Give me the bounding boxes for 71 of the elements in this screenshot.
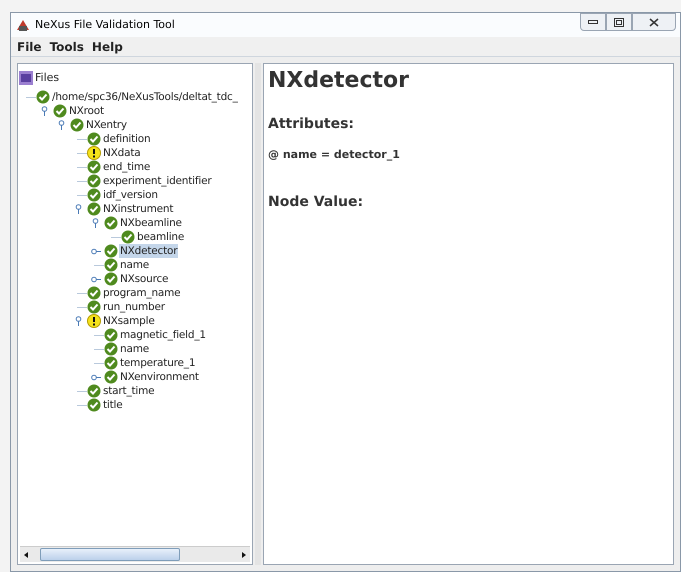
check-icon [87,188,101,202]
collapse-handle-icon[interactable] [75,316,82,326]
check-icon [87,132,101,146]
tree-node[interactable]: NXdata [102,146,142,160]
menu-item[interactable]: Help [92,38,123,56]
close-icon [649,18,659,26]
menu-item[interactable]: File [17,38,42,56]
maximize-button[interactable] [606,13,632,31]
window-title: NeXus File Validation Tool [35,16,175,33]
check-icon [87,384,101,398]
node-title: NXdetector [268,67,410,95]
horizontal-scrollbar[interactable] [20,546,250,562]
check-icon [87,398,101,412]
tree-node[interactable]: program_name [102,286,182,300]
tree-node[interactable]: title [102,398,124,412]
close-button[interactable] [632,13,676,31]
check-icon [53,104,67,118]
collapse-handle-icon[interactable] [75,204,82,214]
check-icon [70,118,84,132]
check-icon [104,370,118,384]
tree-node[interactable]: end_time [102,160,152,174]
expand-handle-icon[interactable] [90,248,100,254]
check-icon [104,342,118,356]
check-icon [87,286,101,300]
minimize-icon [588,20,598,24]
check-icon [104,258,118,272]
warning-icon [87,146,101,160]
menu-item[interactable]: Tools [50,38,84,56]
tree-node[interactable]: NXenvironment [119,370,200,384]
attributes-heading: Attributes: [268,115,356,134]
tree-node[interactable]: NXentry [85,118,128,132]
tree-node[interactable]: NXroot [68,104,105,118]
tree-node[interactable]: NXsource [119,272,170,286]
check-icon [87,300,101,314]
tree-node[interactable]: NXsample [102,314,156,328]
tree-node[interactable]: start_time [102,384,156,398]
check-icon [104,356,118,370]
nexus-logo-icon [19,71,33,85]
tree-node[interactable]: beamline [136,230,186,244]
tree-title: Files [35,70,60,86]
expand-handle-icon[interactable] [90,276,100,282]
tree-node[interactable]: magnetic_field_1 [119,328,207,342]
attribute-text: @ name = detector_1 [268,147,401,163]
check-icon [87,202,101,216]
collapse-handle-icon[interactable] [92,218,99,228]
tree-node[interactable]: name [119,342,150,356]
check-icon [104,272,118,286]
tree-node[interactable]: /home/spc36/NeXusTools/deltat_tdc_ [51,90,239,104]
maximize-icon [614,18,624,26]
node-value-heading: Node Value: [268,192,364,212]
expand-handle-icon[interactable] [90,374,100,380]
tree-node[interactable]: name [119,258,150,272]
check-icon [87,174,101,188]
tree-node[interactable]: temperature_1 [119,356,196,370]
tree-node[interactable]: run_number [102,300,166,314]
tree-node[interactable]: NXdetector [119,244,178,258]
check-icon [104,244,118,258]
tree-node[interactable]: experiment_identifier [102,174,212,188]
check-icon [87,160,101,174]
check-icon [36,90,50,104]
minimize-button[interactable] [580,13,606,31]
check-icon [104,328,118,342]
collapse-handle-icon[interactable] [58,120,65,130]
check-icon [121,230,135,244]
tree-node[interactable]: NXinstrument [102,202,174,216]
warning-icon [87,314,101,328]
tree-node[interactable]: definition [102,132,152,146]
tree-node[interactable]: idf_version [102,188,159,202]
tree-node[interactable]: NXbeamline [119,216,183,230]
check-icon [104,216,118,230]
collapse-handle-icon[interactable] [41,106,48,116]
